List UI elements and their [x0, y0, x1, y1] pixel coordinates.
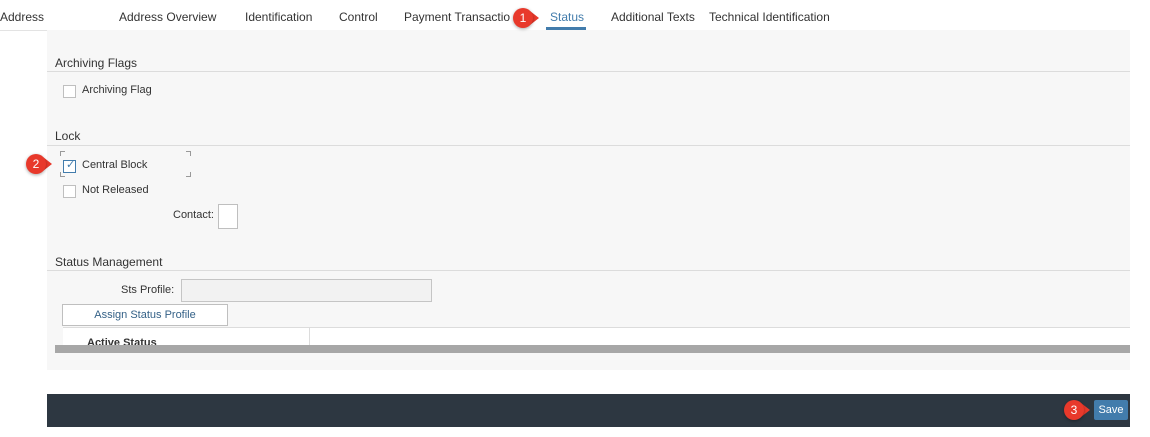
tab-address[interactable]: Address: [0, 10, 44, 24]
contact-label: Contact:: [173, 209, 214, 221]
save-button[interactable]: Save: [1094, 400, 1128, 420]
callout-marker-2: 2: [26, 154, 46, 174]
central-block-label: Central Block: [82, 159, 148, 171]
section-divider: [47, 71, 1130, 72]
tab-bar: Address Address Overview Identification …: [0, 0, 1130, 31]
not-released-label: Not Released: [82, 184, 149, 196]
callout-marker-3: 3: [1064, 400, 1084, 420]
focus-bracket: [186, 151, 191, 156]
tab-control[interactable]: Control: [339, 10, 378, 24]
tab-status[interactable]: Status: [550, 10, 584, 24]
horizontal-scrollbar[interactable]: [55, 345, 1130, 353]
column-divider: [309, 328, 310, 346]
archiving-flag-checkbox[interactable]: [63, 85, 76, 98]
status-management-title: Status Management: [55, 255, 163, 269]
section-divider: [47, 145, 1130, 146]
focus-bracket: [60, 151, 65, 156]
assign-status-profile-button[interactable]: Assign Status Profile: [62, 304, 228, 326]
sts-profile-label: Sts Profile:: [121, 284, 175, 296]
central-block-checkbox[interactable]: ✓: [63, 160, 76, 173]
archiving-flags-title: Archiving Flags: [55, 56, 138, 70]
tab-address-overview[interactable]: Address Overview: [119, 10, 216, 24]
tab-identification[interactable]: Identification: [245, 10, 312, 24]
not-released-checkbox[interactable]: [63, 185, 76, 198]
focus-bracket: [186, 172, 191, 177]
footer-toolbar: [47, 394, 1130, 427]
sts-profile-input[interactable]: [181, 279, 432, 302]
section-divider: [47, 270, 1130, 271]
tab-technical-identification[interactable]: Technical Identification: [709, 10, 830, 24]
lock-title: Lock: [55, 129, 81, 143]
callout-marker-1: 1: [513, 8, 533, 28]
checkmark-icon: ✓: [66, 159, 76, 171]
contact-input[interactable]: [218, 204, 238, 229]
tab-additional-texts[interactable]: Additional Texts: [611, 10, 695, 24]
status-table: Active Status: [63, 327, 1130, 346]
tab-payment-transactions[interactable]: Payment Transactio: [404, 10, 510, 24]
archiving-flag-label: Archiving Flag: [82, 84, 152, 96]
